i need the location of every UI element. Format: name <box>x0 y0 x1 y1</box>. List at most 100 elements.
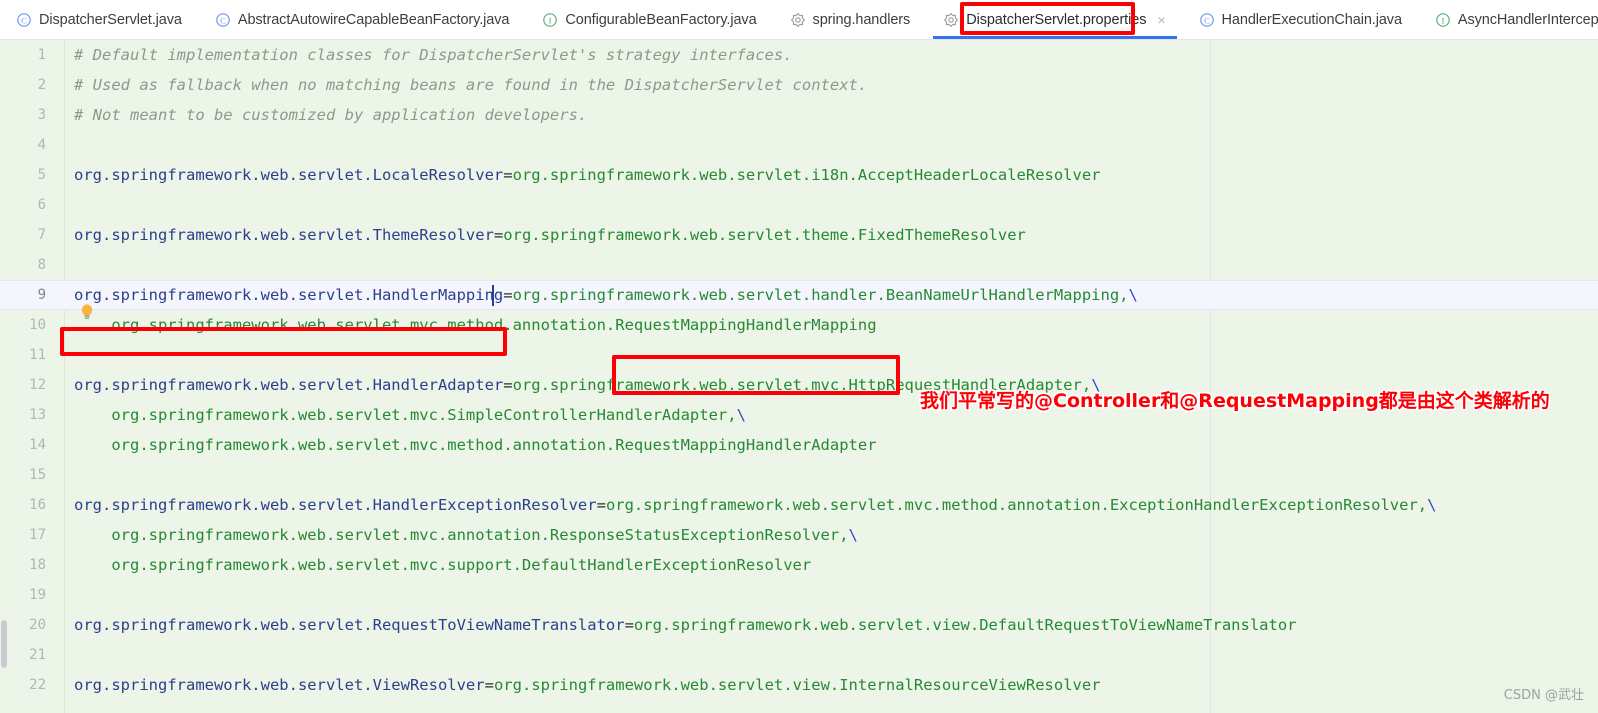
property-key: org.springframework.web.servlet.HandlerE… <box>74 496 597 514</box>
code-line[interactable]: 19 <box>0 580 1598 610</box>
editor-tab-label: DispatcherServlet.properties <box>966 11 1147 28</box>
editor-tab-label: HandlerExecutionChain.java <box>1221 11 1402 28</box>
editor-tab[interactable]: spring.handlers <box>774 0 928 39</box>
line-number: 6 <box>37 197 46 213</box>
code-comment: # Used as fallback when no matching bean… <box>74 76 868 94</box>
line-number: 11 <box>29 347 46 363</box>
property-value: org.springframework.web.servlet.view.Int… <box>493 676 1101 694</box>
line-number: 10 <box>29 317 46 333</box>
property-value: org.springframework.web.servlet.theme.Fi… <box>503 226 1026 244</box>
line-number: 12 <box>29 377 46 393</box>
property-key: org.springframework.web.servlet.LocaleRe… <box>74 166 504 184</box>
property-key: org.springframework.web.servlet.RequestT… <box>74 616 625 634</box>
code-line-text: org.springframework.web.servlet.mvc.anno… <box>74 520 858 550</box>
editor-tab[interactable]: I AsyncHandlerIntercept <box>1419 0 1598 39</box>
property-value: org.springframework.web.servlet.handler.… <box>512 286 1129 304</box>
line-continuation: \ <box>848 526 858 544</box>
code-line[interactable]: 15 <box>0 460 1598 490</box>
code-line[interactable]: 18 org.springframework.web.servlet.mvc.s… <box>0 550 1598 580</box>
code-line[interactable]: 20 org.springframework.web.servlet.Reques… <box>0 610 1598 640</box>
intention-lightbulb-icon[interactable] <box>79 303 95 321</box>
property-value: org.springframework.web.servlet.mvc.meth… <box>605 496 1428 514</box>
watermark: CSDN @武壮 <box>1503 688 1584 703</box>
property-value: org.springframework.web.servlet.mvc.Simp… <box>111 406 737 424</box>
code-line[interactable]: 17 org.springframework.web.servlet.mvc.a… <box>0 520 1598 550</box>
java-interface-icon: I <box>542 12 558 28</box>
property-value: org.springframework.web.servlet.mvc.meth… <box>111 316 877 334</box>
code-line-text: org.springframework.web.servlet.mvc.supp… <box>74 550 811 580</box>
line-number: 22 <box>29 677 46 693</box>
java-class-icon: C <box>215 12 231 28</box>
chinese-annotation-text: 我们平常写的@Controller和@RequestMapping都是由这个类解… <box>920 390 1550 412</box>
line-number: 9 <box>37 287 46 303</box>
code-line[interactable]: 3 # Not meant to be customized by applica… <box>0 100 1598 130</box>
code-line[interactable]: 22 org.springframework.web.servlet.ViewRe… <box>0 670 1598 700</box>
java-interface-icon: I <box>1435 12 1451 28</box>
code-line-text: org.springframework.web.servlet.mvc.Simp… <box>74 400 746 430</box>
text-caret <box>492 285 494 306</box>
editor-tab[interactable]: DispatcherServlet.properties × <box>927 0 1182 39</box>
code-line[interactable]: 4 <box>0 130 1598 160</box>
property-separator: = <box>493 226 504 244</box>
line-number: 4 <box>37 137 46 153</box>
code-line[interactable]: 5 org.springframework.web.servlet.LocaleR… <box>0 160 1598 190</box>
property-value: org.springframework.web.servlet.view.Def… <box>633 616 1297 634</box>
close-icon[interactable]: × <box>1157 13 1165 27</box>
code-line[interactable]: 1 # Default implementation classes for Di… <box>0 40 1598 70</box>
code-line[interactable]: 8 <box>0 250 1598 280</box>
line-number: 13 <box>29 407 46 423</box>
editor-tab[interactable]: C HandlerExecutionChain.java <box>1183 0 1419 39</box>
line-number: 19 <box>29 587 46 603</box>
java-class-icon: C <box>1199 12 1215 28</box>
editor-tab-label: ConfigurableBeanFactory.java <box>565 11 757 28</box>
code-line[interactable]: 9 org.springframework.web.servlet.Handler… <box>0 280 1598 310</box>
code-comment: # Not meant to be customized by applicat… <box>74 106 588 124</box>
code-editor[interactable]: 1 # Default implementation classes for Di… <box>0 40 1598 713</box>
editor-tab[interactable]: C DispatcherServlet.java <box>0 0 199 39</box>
line-number: 18 <box>29 557 46 573</box>
line-number: 7 <box>37 227 46 243</box>
property-value: org.springframework.web.servlet.mvc.meth… <box>111 436 877 454</box>
code-lines-container[interactable]: 1 # Default implementation classes for Di… <box>0 40 1598 700</box>
property-separator: = <box>624 616 634 634</box>
code-line-text: org.springframework.web.servlet.mvc.meth… <box>74 310 877 340</box>
code-line[interactable]: 2 # Used as fallback when no matching bea… <box>0 70 1598 100</box>
line-number: 14 <box>29 437 46 453</box>
properties-file-icon <box>790 12 806 28</box>
code-comment: # Default implementation classes for Dis… <box>74 46 793 64</box>
svg-text:C: C <box>220 15 226 25</box>
code-line[interactable]: 6 <box>0 190 1598 220</box>
svg-text:C: C <box>1204 15 1210 25</box>
property-key: org.springframework.web.servlet.HandlerA… <box>74 376 504 394</box>
line-number: 15 <box>29 467 46 483</box>
editor-tab-label: DispatcherServlet.java <box>39 11 182 28</box>
property-key: org.springframework.web.servlet.ViewReso… <box>74 676 485 694</box>
line-number: 5 <box>37 167 46 183</box>
property-separator: = <box>503 286 513 304</box>
code-line[interactable]: 10 org.springframework.web.servlet.mvc.m… <box>0 310 1598 340</box>
editor-tab[interactable]: I ConfigurableBeanFactory.java <box>526 0 773 39</box>
property-key: org.springframework.web.servlet.HandlerM… <box>74 286 504 304</box>
code-line-text: # Default implementation classes for Dis… <box>74 40 793 70</box>
line-continuation: \ <box>1128 286 1138 304</box>
code-line[interactable]: 7 org.springframework.web.servlet.ThemeRe… <box>0 220 1598 250</box>
property-separator: = <box>503 376 513 394</box>
code-line[interactable]: 14 org.springframework.web.servlet.mvc.m… <box>0 430 1598 460</box>
editor-tab[interactable]: C AbstractAutowireCapableBeanFactory.java <box>199 0 526 39</box>
line-number: 20 <box>29 617 46 633</box>
line-number: 1 <box>37 47 46 63</box>
line-number: 21 <box>29 647 46 663</box>
svg-text:C: C <box>21 15 27 25</box>
property-value: org.springframework.web.servlet.i18n.Acc… <box>512 166 1101 184</box>
code-line[interactable]: 11 <box>0 340 1598 370</box>
code-line[interactable]: 16 org.springframework.web.servlet.Handle… <box>0 490 1598 520</box>
property-separator: = <box>484 676 494 694</box>
code-line[interactable]: 21 <box>0 640 1598 670</box>
editor-tab-label: AsyncHandlerIntercept <box>1457 11 1598 28</box>
editor-tab-bar[interactable]: C DispatcherServlet.java C AbstractAutowire… <box>0 0 1598 40</box>
property-key: org.springframework.web.servlet.ThemeRes… <box>74 226 494 244</box>
code-line-text: org.springframework.web.servlet.HandlerM… <box>74 280 1138 310</box>
